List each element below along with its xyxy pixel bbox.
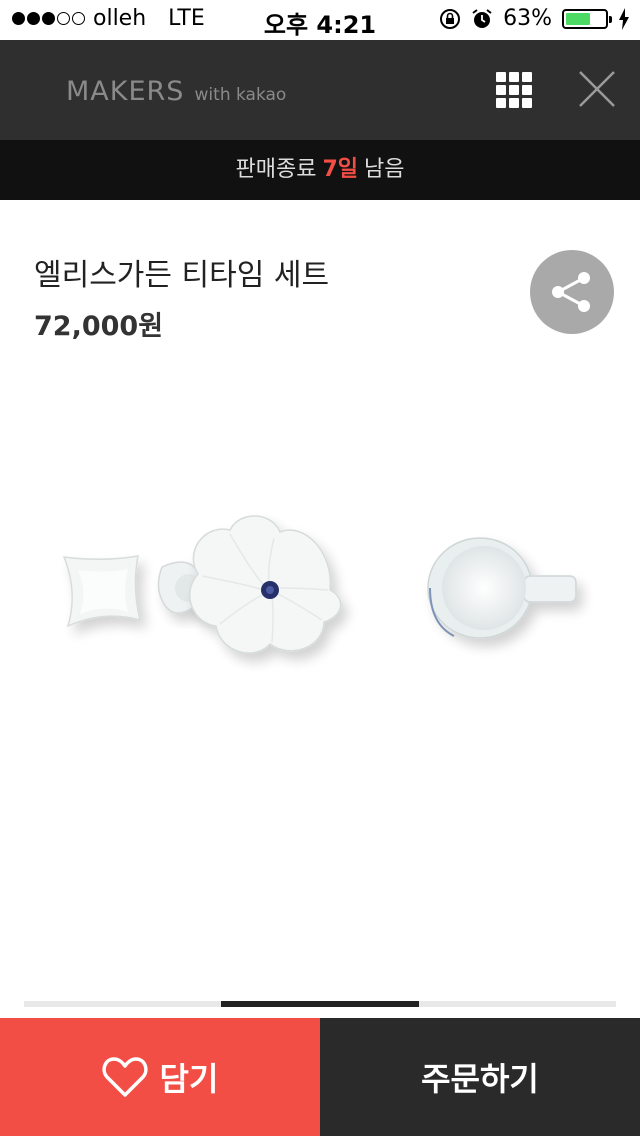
wish-button[interactable]: 담기 (0, 1018, 320, 1136)
bottom-action-bar: 담기 주문하기 (0, 1018, 640, 1136)
brand-name: MAKERS (66, 76, 185, 107)
countdown-days: 7일 (322, 157, 359, 182)
heart-icon (102, 1057, 148, 1097)
share-icon (552, 272, 590, 312)
product-title: 엘리스가든 티타임 세트 (34, 258, 330, 293)
brand-logo[interactable]: MAKERS with kakao (66, 76, 286, 107)
carousel-active-segment (221, 1001, 419, 1007)
rotation-lock-icon (440, 8, 461, 29)
app-header: MAKERS with kakao (0, 40, 640, 140)
product-price: 72,000원 (34, 311, 164, 342)
carousel-indicator[interactable] (24, 1001, 616, 1007)
countdown-prefix: 판매종료 (235, 157, 317, 182)
battery-percent: 63% (503, 6, 552, 31)
product-image[interactable] (34, 362, 606, 812)
battery-icon (562, 8, 612, 29)
brand-suffix: with kakao (194, 85, 287, 105)
close-icon[interactable] (578, 70, 616, 108)
charging-bolt-icon (619, 7, 629, 30)
sale-countdown-banner: 판매종료 7일 남음 (0, 140, 640, 200)
wish-label: 담기 (159, 1060, 219, 1098)
alarm-icon (472, 8, 492, 28)
grid-menu-icon[interactable] (496, 72, 532, 108)
order-label: 주문하기 (421, 1060, 539, 1098)
product-photo-teaware (62, 515, 577, 654)
status-right: 63% (439, 6, 630, 31)
status-bar: olleh LTE 오후 4:21 63% (0, 0, 640, 40)
order-button[interactable]: 주문하기 (320, 1018, 640, 1136)
share-button[interactable] (530, 250, 614, 334)
countdown-suffix: 남음 (364, 157, 405, 182)
